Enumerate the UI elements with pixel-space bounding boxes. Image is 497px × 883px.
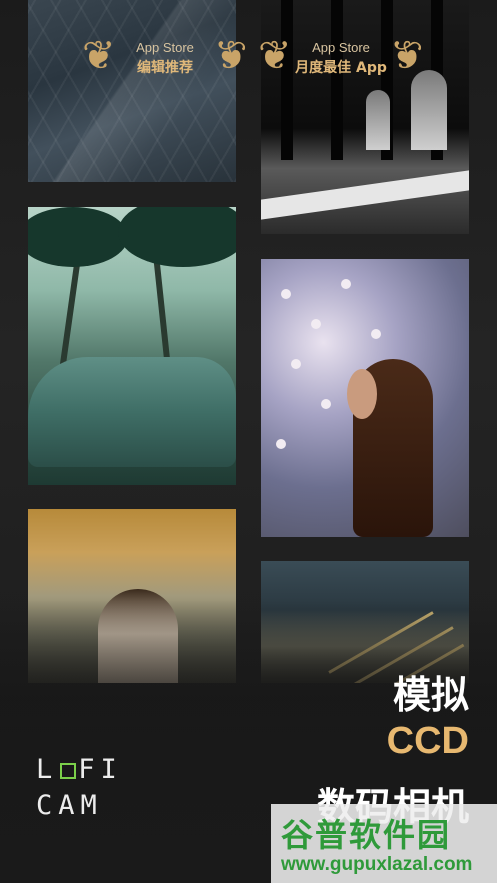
lofi-cam-logo: L FI CAM: [36, 752, 126, 824]
tagline-simulated: 模拟: [392, 673, 469, 717]
photo-glass-building: [28, 0, 236, 182]
laurel-right-icon: ❦: [390, 33, 424, 79]
logo-letters-fi: FI: [78, 754, 123, 785]
watermark-brand: 谷普软件园: [281, 816, 452, 854]
logo-letter-l: L: [36, 754, 59, 785]
award-app-of-month: ❦ ❦ App Store 月度最佳 App: [258, 33, 424, 88]
award-editors-choice: ❦ ❦ App Store 编辑推荐: [82, 33, 248, 88]
laurel-right-icon: ❦: [214, 33, 248, 79]
laurel-left-icon: ❦: [82, 33, 116, 79]
laurel-left-icon: ❦: [258, 33, 292, 79]
photo-woman-blossom: [261, 259, 469, 537]
tagline-ccd: CCD: [386, 720, 469, 762]
watermark-url: www.gupuxlazal.com: [281, 854, 473, 875]
logo-line-cam: CAM: [36, 790, 103, 821]
site-watermark: 谷普软件园 www.gupuxlazal.com: [271, 804, 497, 883]
logo-square-icon: [60, 762, 77, 779]
photo-convertible-palms: [28, 207, 236, 485]
